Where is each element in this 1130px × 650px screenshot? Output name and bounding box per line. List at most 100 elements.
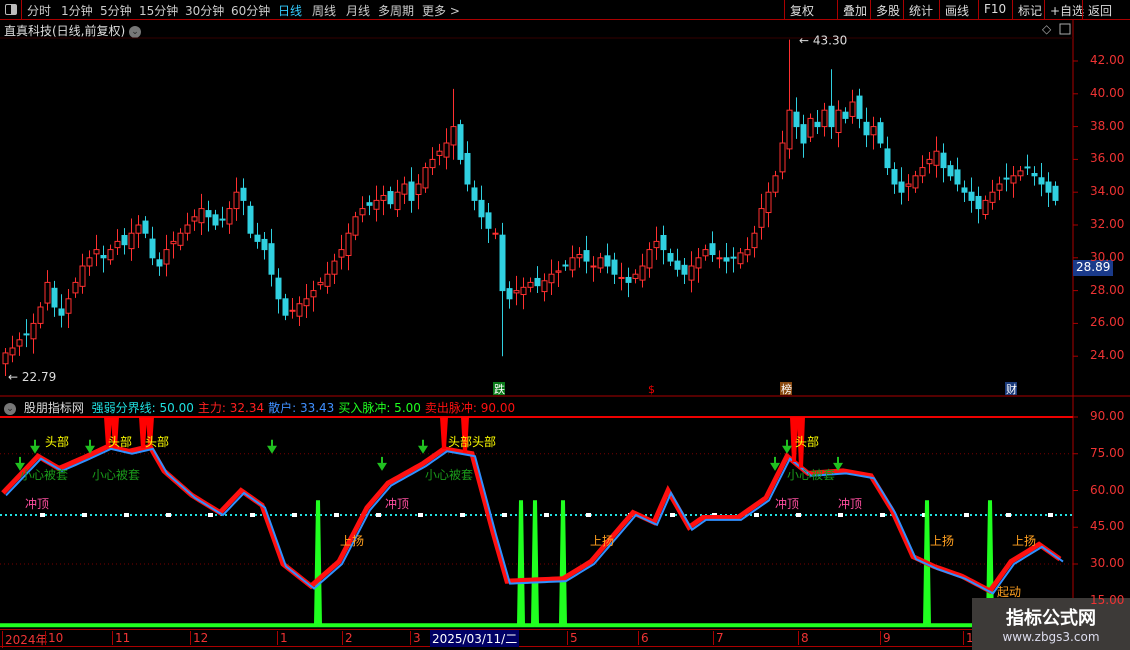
candle <box>303 284 310 318</box>
candle <box>695 247 702 283</box>
candle <box>86 250 93 276</box>
candle <box>660 225 667 265</box>
candle <box>1017 165 1024 181</box>
high-label: ← 43.30 <box>799 34 847 48</box>
candle <box>926 152 933 174</box>
candle <box>58 294 65 328</box>
event-marker[interactable]: $ <box>648 383 655 396</box>
candle <box>261 232 268 260</box>
candle <box>254 222 261 249</box>
event-marker[interactable]: 财 <box>1005 382 1017 396</box>
candle <box>646 242 653 278</box>
boundary-dot <box>166 513 171 517</box>
boundary-dot <box>754 513 759 517</box>
price-tick: 28.00 <box>1090 282 1125 297</box>
candle <box>79 253 86 294</box>
candle <box>674 248 681 277</box>
candle <box>653 226 660 260</box>
candle <box>597 252 604 273</box>
event-marker[interactable]: 跌 <box>493 382 505 396</box>
candle <box>492 228 499 240</box>
price-tick: 42.00 <box>1090 53 1125 67</box>
date-label: 10 <box>45 631 63 645</box>
indicator-field: 卖出脉冲: 90.00 <box>424 401 516 415</box>
candle <box>296 296 303 327</box>
candle <box>506 281 513 309</box>
annotation-peak: 冲顶 <box>385 497 410 511</box>
indicator-field: 散户: 33.43 <box>268 401 335 415</box>
candle <box>898 167 905 205</box>
candle <box>569 245 576 278</box>
candle <box>415 174 422 210</box>
boundary-dot <box>208 513 213 517</box>
candle <box>338 234 345 270</box>
annotation-rise: 上扬 <box>340 534 365 548</box>
chevron-down-icon[interactable]: ⌄ <box>4 402 16 415</box>
candle <box>765 182 772 228</box>
annotation-top: 头部 <box>472 435 497 449</box>
price-tick: 34.00 <box>1090 184 1125 199</box>
candle <box>44 270 51 311</box>
boundary-dot <box>880 513 885 517</box>
candle <box>394 179 401 217</box>
boundary-dot <box>1006 513 1011 517</box>
candle <box>513 275 520 306</box>
candle <box>317 277 324 290</box>
candle <box>716 250 723 269</box>
candle <box>163 234 170 277</box>
candle <box>1038 163 1045 197</box>
boundary-dot <box>460 513 465 517</box>
date-label: 11 <box>112 631 130 645</box>
date-label: 12 <box>190 631 208 645</box>
candle <box>786 39 793 159</box>
candle <box>877 117 884 148</box>
annotation-trap: 小心被套 <box>92 468 141 482</box>
price-tick: 30.00 <box>1090 249 1125 264</box>
candle <box>968 177 975 213</box>
candle <box>919 155 926 184</box>
candle <box>849 89 856 124</box>
candle <box>667 248 674 266</box>
buy-pulse-line <box>0 500 1073 628</box>
indicator-tick: 45.00 <box>1090 519 1125 534</box>
indicator-tick: 30.00 <box>1090 556 1125 570</box>
diamond-icon[interactable]: ◇ <box>1042 22 1052 36</box>
candle <box>184 212 191 241</box>
annotation-trap: 小心被套 <box>425 468 474 482</box>
candle <box>457 119 464 165</box>
candle <box>408 167 415 213</box>
date-label: 2 <box>342 631 353 645</box>
candle <box>282 293 289 321</box>
candle <box>814 110 821 134</box>
date-axis: 2024年 10 11 12 1 2 3 5 6 7 8 9 1 2025/03/11/二 <box>0 629 1073 648</box>
candle <box>65 288 72 328</box>
candle <box>541 273 548 302</box>
candle <box>723 243 730 274</box>
candle <box>870 116 877 150</box>
candle <box>821 102 828 137</box>
candle <box>226 201 233 234</box>
event-marker[interactable]: 榜 <box>780 382 792 396</box>
candle <box>618 262 625 291</box>
candle <box>604 243 611 274</box>
candle <box>170 231 177 259</box>
candle <box>51 280 58 317</box>
boundary-dot <box>40 513 45 517</box>
annotation-trap: 小心被套 <box>20 468 69 482</box>
candle <box>499 222 506 357</box>
candle <box>128 218 135 261</box>
candle <box>1031 166 1038 186</box>
candle <box>450 88 457 160</box>
annotation-top: 头部 <box>795 435 820 449</box>
candle <box>310 280 317 312</box>
candle <box>275 268 282 314</box>
candle <box>940 143 947 183</box>
sell-pulse <box>440 416 448 449</box>
indicator-tick: 90.00 <box>1090 409 1125 423</box>
candle <box>639 253 646 288</box>
candle <box>247 201 254 239</box>
candle <box>135 215 142 248</box>
annotation-rise: 上扬 <box>590 534 615 548</box>
annotation-top: 头部 <box>448 435 473 449</box>
chart-canvas[interactable]: ◇ ← 43.30 ← 22.79 跌 $ 榜 财 <box>0 0 1130 650</box>
